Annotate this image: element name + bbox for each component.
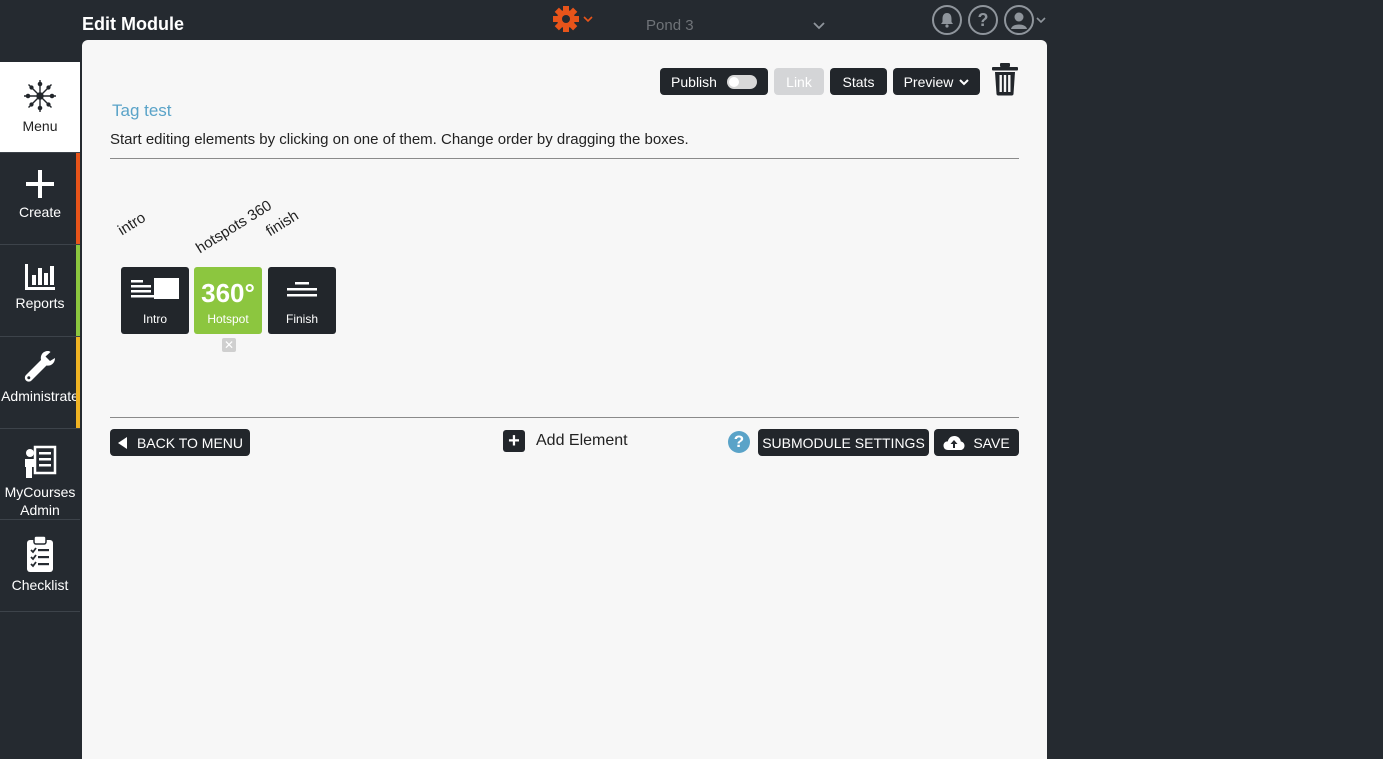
trash-icon [992, 63, 1018, 96]
submodule-settings-button[interactable]: SUBMODULE SETTINGS [758, 429, 929, 456]
toggle-switch[interactable] [726, 74, 757, 89]
delete-module-button[interactable] [990, 62, 1020, 96]
add-element-button[interactable]: + Add Element [503, 429, 628, 453]
sidebar-item-checklist[interactable]: Checklist [0, 520, 80, 612]
module-editor-panel: Publish Link Stats Preview Tag test Star… [82, 40, 1047, 759]
tile-label: Finish [285, 312, 318, 326]
close-icon: ✕ [223, 338, 235, 352]
caret-left-icon [117, 436, 127, 449]
preview-label: Preview [903, 73, 954, 90]
sidebar-item-label: Reports [15, 295, 65, 311]
bar-chart-icon [25, 264, 55, 290]
sidebar-item-label: Menu [22, 118, 58, 134]
notifications-button[interactable] [932, 5, 962, 35]
back-label: BACK TO MENU [136, 434, 244, 451]
sidebar-item-label: Create [18, 204, 62, 220]
plus-icon [26, 170, 54, 198]
chevron-down-icon [959, 78, 970, 85]
add-element-label: Add Element [536, 432, 628, 449]
user-icon [1011, 12, 1027, 29]
bell-icon [941, 13, 953, 28]
user-menu[interactable] [1004, 5, 1046, 35]
wrench-icon [24, 351, 55, 382]
element-label: intro [114, 209, 149, 239]
sidebar-item-label-line: MyCourses [4, 484, 76, 500]
help-button[interactable]: ? [968, 5, 998, 35]
sidebar-item-label: Checklist [11, 577, 69, 593]
sidebar-item-label-line: Admin [20, 502, 60, 518]
presenter-icon [25, 445, 57, 478]
back-to-menu-button[interactable]: BACK TO MENU [110, 429, 250, 456]
plus-icon: + [503, 430, 525, 452]
tile-label: Intro [142, 312, 167, 326]
divider [110, 417, 1019, 418]
finish-layout-icon [287, 282, 317, 297]
divider [110, 158, 1019, 159]
sidebar-item-menu[interactable]: Menu [0, 62, 80, 153]
avatar [1004, 5, 1034, 35]
link-button[interactable]: Link [774, 68, 824, 95]
clipboard-icon [27, 535, 53, 572]
cloud-upload-icon [943, 435, 965, 450]
sidebar-item-reports[interactable]: Reports [0, 245, 80, 337]
settings-menu[interactable] [552, 5, 596, 33]
sidebar-item-label: Administrate [1, 388, 79, 404]
stats-button[interactable]: Stats [830, 68, 887, 95]
top-icon-group: ? [932, 4, 1046, 36]
organization-select-value: Pond 3 [646, 17, 694, 34]
module-name[interactable]: Tag test [112, 101, 172, 121]
gear-icon [553, 6, 593, 32]
help-icon[interactable]: ? [728, 431, 750, 453]
element-tile-hotspot[interactable]: 360° Hotspot [194, 267, 262, 334]
element-tile-intro[interactable]: Intro [121, 267, 189, 334]
sidebar-item-label: MyCourses Admin [5, 483, 76, 519]
sidebar: Menu Create Reports Administrate MyCours… [0, 62, 80, 612]
remove-element-button[interactable]: ✕ [222, 338, 236, 352]
sidebar-item-mycourses-admin[interactable]: MyCourses Admin [0, 429, 80, 520]
tile-label: Hotspot [207, 312, 249, 326]
chevron-down-icon [1036, 17, 1046, 24]
publish-label: Publish [671, 73, 717, 90]
publish-toggle[interactable]: Publish [660, 68, 768, 95]
intro-layout-icon [131, 278, 179, 299]
instructions-text: Start editing elements by clicking on on… [110, 131, 689, 148]
hotspot-360-icon: 360° [201, 278, 255, 308]
element-tile-finish[interactable]: Finish [268, 267, 336, 334]
snowflake-icon [24, 80, 56, 112]
sidebar-item-administrate[interactable]: Administrate [0, 337, 80, 429]
save-label: SAVE [973, 434, 1010, 451]
save-button[interactable]: SAVE [934, 429, 1019, 456]
page-title: Edit Module [82, 14, 184, 34]
element-label: hotspots 360 [192, 197, 275, 257]
organization-select[interactable]: Pond 3 [646, 17, 830, 37]
question-icon: ? [977, 9, 989, 30]
preview-dropdown[interactable]: Preview [893, 68, 980, 95]
chevron-down-icon [813, 22, 825, 30]
sidebar-item-create[interactable]: Create [0, 153, 80, 245]
